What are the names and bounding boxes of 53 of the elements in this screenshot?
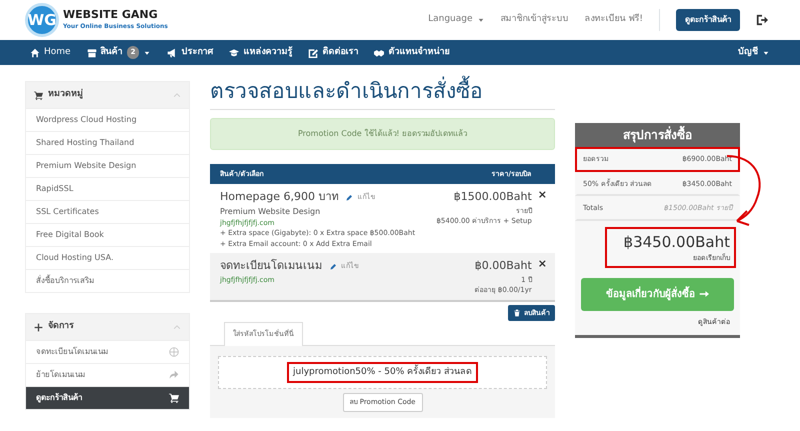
logo-icon[interactable]: WG (25, 3, 59, 37)
sidebar-item[interactable]: สั่งซื้อบริการเสริม (26, 269, 189, 292)
brand-name: WEBSITE GANG (63, 9, 159, 22)
edit-icon (308, 48, 318, 58)
price-text: ฿1500.00Baht (452, 189, 532, 206)
pencil-icon (330, 262, 337, 270)
cart-button[interactable]: ดูตะกร้าสินค้า (676, 9, 740, 31)
remove-button[interactable]: × (538, 258, 547, 270)
box-icon (86, 48, 97, 58)
nav-item[interactable]: ประกาศ (167, 46, 214, 60)
page-title: ตรวจสอบและดำเนินการสั่งซื้อ (210, 75, 555, 110)
sidebar-item[interactable]: Shared Hosting Thailand (26, 131, 189, 154)
home-icon (30, 48, 40, 58)
total-amount: ฿3450.00Baht (622, 232, 730, 252)
graduation-cap-icon (229, 48, 240, 58)
promo-code-text: julypromotion50% - 50% ครั้งเดียว ส่วนลด (287, 362, 478, 384)
summary-title: สรุปการสั่งซื้อ (575, 123, 740, 147)
sidebar-item[interactable]: Premium Website Design (26, 154, 189, 177)
share-icon (169, 370, 179, 380)
chevron-up-icon (173, 91, 181, 99)
nav-item[interactable]: แหล่งความรู้ (229, 46, 292, 60)
plus-icon (34, 322, 43, 332)
price-text: ฿0.00Baht (474, 258, 532, 274)
sidebar-item[interactable]: Wordpress Cloud Hosting (26, 108, 189, 131)
account-menu[interactable]: บัญชี (738, 46, 770, 60)
product-name: จดทะเบียนโดเมนเนม (220, 258, 322, 274)
product-group: Premium Website Design (220, 206, 430, 218)
nav-item[interactable]: ติดต่อเรา (308, 46, 358, 60)
sidebar-item[interactable]: Free Digital Book (26, 223, 189, 246)
chevron-up-icon (173, 323, 181, 331)
header-link[interactable]: Language (428, 13, 485, 27)
globe-icon (169, 347, 179, 357)
header-link[interactable]: สมาชิกเข้าสู่ระบบ (500, 13, 569, 27)
megaphone-icon (167, 48, 178, 58)
sidebar-item[interactable]: ดูตะกร้าสินค้า (26, 386, 189, 409)
pencil-icon (346, 194, 354, 201)
product-name: Homepage 6,900 บาท (220, 189, 338, 206)
sidebar-item[interactable]: Cloud Hosting USA. (26, 246, 189, 269)
arrow-right-icon (699, 289, 709, 299)
nav-item[interactable]: Home (30, 46, 71, 60)
cart-icon (34, 90, 43, 100)
cart-icon (169, 393, 179, 403)
remove-button[interactable]: × (538, 189, 547, 200)
header-link[interactable]: ลงทะเบียน ฟรี! (584, 13, 643, 27)
logout-icon[interactable] (756, 14, 768, 26)
sidebar-item[interactable]: จดทะเบียนโดเมนเนม (26, 340, 189, 363)
trash-icon (513, 308, 521, 317)
sidebar-item[interactable]: RapidSSL (26, 177, 189, 200)
sidebar-item[interactable]: SSL Certificates (26, 200, 189, 223)
success-alert: Promotion Code ใช้ได้แล้ว! ยอดรวมอัปเดทแล้ว (210, 118, 555, 150)
panel-header[interactable]: หมวดหมู่ (26, 82, 189, 108)
nav-item[interactable]: ตัวแทนจำหน่าย (374, 46, 450, 60)
panel-header[interactable]: จัดการ (26, 314, 189, 340)
